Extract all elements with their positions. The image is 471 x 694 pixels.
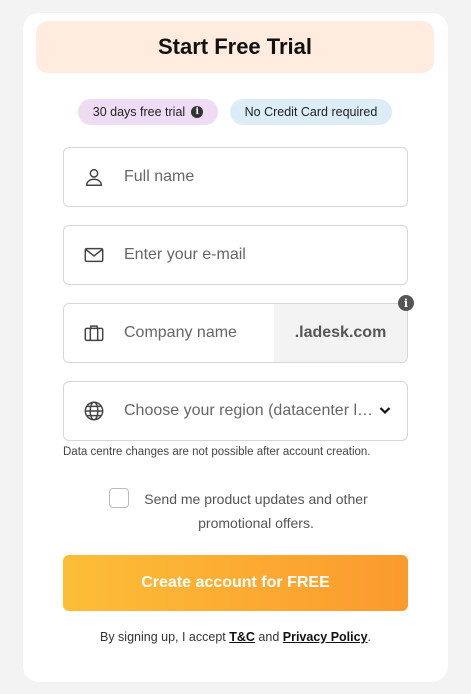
no-credit-card-label: No Credit Card required xyxy=(244,105,378,119)
full-name-field[interactable]: Full name xyxy=(63,147,408,207)
free-trial-label: 30 days free trial xyxy=(92,105,186,119)
briefcase-icon xyxy=(82,321,106,345)
domain-suffix: .ladesk.com xyxy=(274,304,407,362)
privacy-policy-link[interactable]: Privacy Policy xyxy=(283,630,368,644)
consent-checkbox[interactable] xyxy=(109,488,129,508)
globe-icon xyxy=(82,399,106,423)
info-icon[interactable]: i xyxy=(191,106,204,118)
legal-notice: By signing up, I accept T&C and Privacy … xyxy=(23,630,448,644)
tc-link[interactable]: T&C xyxy=(229,630,255,644)
company-name-placeholder: Company name xyxy=(124,324,237,341)
email-field[interactable]: Enter your e-mail xyxy=(63,225,408,285)
full-name-placeholder: Full name xyxy=(124,168,195,185)
page-title: Start Free Trial xyxy=(157,34,313,59)
consent-label[interactable]: Send me product updates and other promot… xyxy=(136,487,376,535)
region-note: Data centre changes are not possible aft… xyxy=(63,446,371,458)
company-name-field[interactable]: Company name .ladesk.com xyxy=(63,303,408,363)
info-icon[interactable]: i xyxy=(398,295,414,311)
header-banner: Start Free Trial xyxy=(36,21,434,73)
create-account-button[interactable]: Create account for FREE xyxy=(63,555,408,611)
no-credit-card-badge: No Credit Card required xyxy=(230,99,392,125)
region-placeholder: Choose your region (datacenter l… xyxy=(124,402,374,419)
user-icon xyxy=(82,165,106,189)
email-placeholder: Enter your e-mail xyxy=(124,246,246,263)
envelope-icon xyxy=(82,243,106,267)
legal-and: and xyxy=(254,630,283,644)
chevron-down-icon xyxy=(377,402,393,418)
region-select[interactable]: Choose your region (datacenter l… xyxy=(63,381,408,441)
legal-prefix: By signing up, I accept xyxy=(99,630,230,644)
free-trial-badge: 30 days free trial i xyxy=(78,99,218,125)
signup-card: Start Free Trial 30 days free trial i No… xyxy=(23,13,448,682)
legal-suffix: . xyxy=(367,630,372,644)
